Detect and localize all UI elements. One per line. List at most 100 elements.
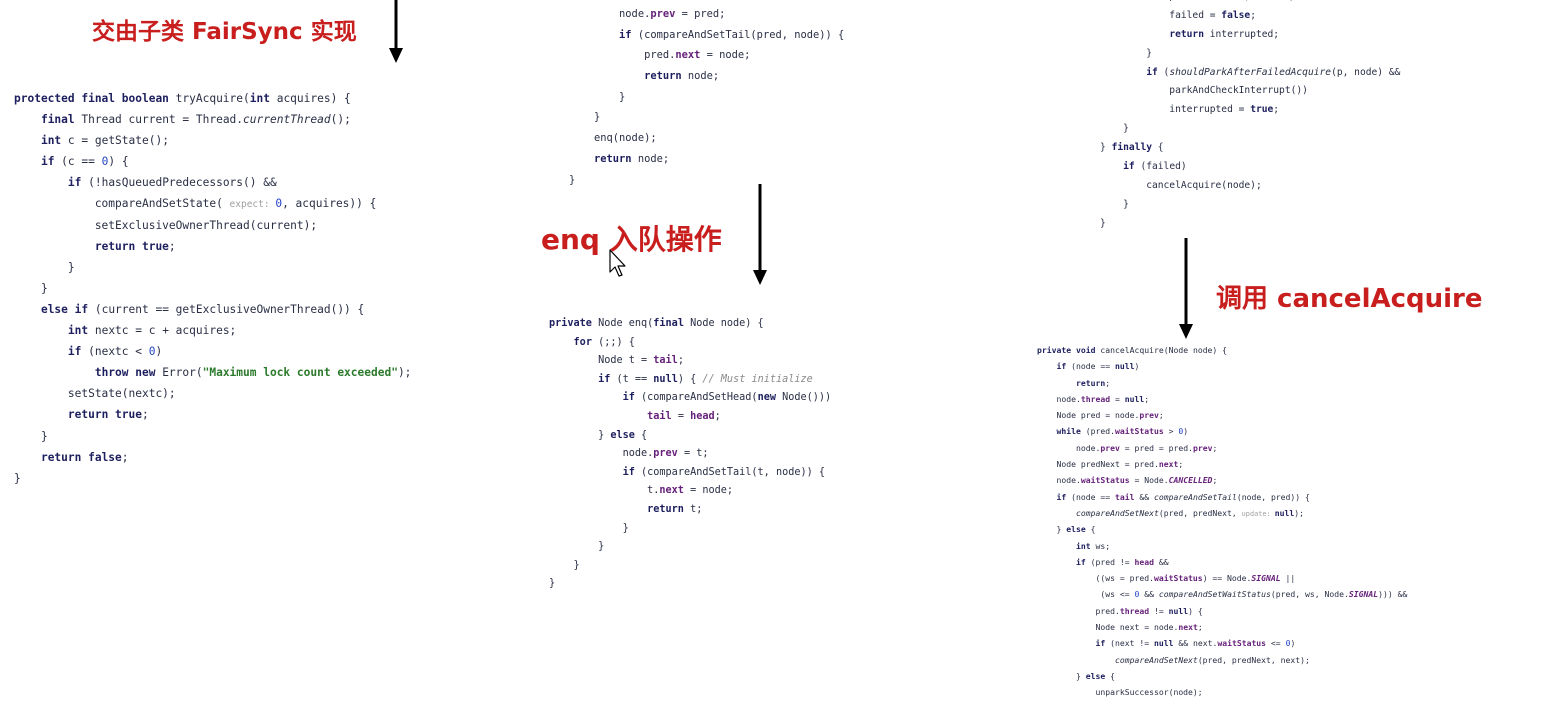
code-token: update: bbox=[1241, 509, 1275, 518]
code-token: next bbox=[1178, 622, 1198, 633]
code-token: else bbox=[1085, 670, 1111, 681]
code-line: if (compareAndSetHead(new Node())) bbox=[549, 389, 832, 408]
code-token: int bbox=[1075, 540, 1096, 551]
code-token: CANCELLED bbox=[1168, 475, 1213, 486]
code-token: } bbox=[549, 578, 556, 590]
code-line: enq(node); bbox=[569, 128, 844, 149]
code-token: compareAndSetWaitStatus bbox=[1158, 589, 1271, 600]
code-token: int bbox=[249, 92, 277, 105]
code-token: int bbox=[40, 134, 68, 148]
code-token: = t; bbox=[677, 448, 709, 460]
code-line: } bbox=[1100, 120, 1400, 139]
code-token: = Node. bbox=[1129, 475, 1169, 486]
code-line: cancelAcquire(node); bbox=[1100, 177, 1400, 196]
code-token: node; bbox=[637, 152, 670, 165]
code-token: (t == bbox=[616, 373, 654, 385]
code-token: Node predNext = pred. bbox=[1037, 459, 1159, 470]
code-token: final bbox=[653, 318, 691, 329]
code-token: next bbox=[675, 49, 701, 62]
code-line: interrupted = true; bbox=[1100, 101, 1400, 120]
code-token: return bbox=[594, 152, 638, 165]
code-token: (c == bbox=[61, 155, 102, 169]
code-token: if bbox=[1056, 491, 1072, 502]
code-token: } bbox=[1100, 123, 1129, 135]
code-line: while (pred.waitStatus > 0) bbox=[1037, 423, 1407, 439]
code-token: waitStatus bbox=[1153, 573, 1203, 584]
code-token: // help GC bbox=[1256, 0, 1314, 2]
code-line: private void cancelAcquire(Node node) { bbox=[1037, 342, 1407, 358]
code-line: ((ws = pred.waitStatus) == Node.SIGNAL |… bbox=[1037, 570, 1407, 586]
code-token: final bbox=[40, 113, 82, 127]
code-token: ; bbox=[714, 410, 721, 422]
code-token: Node next = node. bbox=[1037, 622, 1179, 633]
code-token: ) { bbox=[1188, 605, 1203, 616]
code-line: return; bbox=[1037, 375, 1407, 391]
code-token: SIGNAL bbox=[1251, 573, 1281, 584]
code-line: final Thread current = Thread.currentThr… bbox=[14, 109, 411, 130]
code-token: if bbox=[619, 28, 638, 41]
code-token: prev bbox=[1192, 442, 1213, 453]
code-token: } bbox=[1100, 47, 1152, 59]
code-line: throw new Error("Maximum lock count exce… bbox=[14, 362, 412, 383]
code-token: (next != bbox=[1110, 638, 1154, 649]
arrow-down-icon bbox=[389, 0, 403, 63]
code-line: } bbox=[549, 538, 831, 557]
code-token: nextc = c + acquires; bbox=[94, 324, 237, 338]
code-line: pred.thread != null) { bbox=[1037, 603, 1407, 619]
code-token: ); bbox=[1294, 507, 1305, 518]
code-line: } bbox=[569, 107, 844, 128]
code-token: ; bbox=[1105, 377, 1111, 388]
code-token: } bbox=[1100, 198, 1129, 210]
code-token: tryAcquire( bbox=[175, 92, 250, 105]
code-token: (compareAndSetTail(pred, node)) { bbox=[637, 28, 845, 41]
code-line: setState(nextc); bbox=[14, 383, 411, 404]
code-line: Node t = tail; bbox=[549, 352, 831, 371]
arrow-down-icon bbox=[1179, 238, 1193, 339]
code-token: || bbox=[1280, 573, 1296, 584]
code-token: && next. bbox=[1173, 638, 1218, 649]
code-line: if (failed) bbox=[1100, 158, 1400, 177]
code-token: (pred, predNext, bbox=[1158, 507, 1242, 518]
code-token: t. bbox=[549, 485, 660, 497]
code-enq: private Node enq(final Node node) { for … bbox=[549, 315, 831, 594]
code-line: return interrupted; bbox=[1100, 26, 1400, 45]
code-token: (;;) { bbox=[598, 336, 635, 348]
code-line: return t; bbox=[549, 501, 831, 520]
code-token: } bbox=[1037, 670, 1086, 681]
code-line: p.next = null; // help GC bbox=[1100, 0, 1400, 7]
code-token: { bbox=[1157, 142, 1164, 154]
code-token: prev bbox=[1139, 410, 1159, 421]
code-token: } bbox=[569, 173, 576, 186]
code-token: (pred. bbox=[1085, 426, 1115, 437]
code-line: node.prev = pred; bbox=[569, 4, 844, 25]
code-token: null bbox=[1124, 393, 1145, 404]
code-token: next bbox=[659, 485, 684, 497]
code-cancel-acquire: private void cancelAcquire(Node node) { … bbox=[1037, 342, 1407, 701]
code-token: { bbox=[1090, 524, 1096, 535]
code-line: (ws <= 0 && compareAndSetWaitStatus(pred… bbox=[1037, 586, 1407, 602]
code-token: cancelAcquire(node); bbox=[1100, 179, 1262, 191]
code-line: if (node == null) bbox=[1037, 358, 1407, 374]
code-token: Thread current = Thread. bbox=[81, 113, 244, 127]
code-line: setExclusiveOwnerThread(current); bbox=[14, 215, 411, 236]
code-token: null bbox=[1221, 0, 1244, 2]
code-token: compareAndSetTail bbox=[1153, 491, 1237, 502]
code-token: if bbox=[622, 466, 642, 478]
code-token: Node())) bbox=[782, 392, 832, 404]
code-token: return true bbox=[94, 239, 169, 253]
code-token: return true bbox=[67, 408, 142, 422]
code-token: expect: bbox=[229, 199, 276, 211]
code-token: if bbox=[1123, 161, 1141, 173]
code-line: } bbox=[1100, 215, 1400, 234]
code-line: } bbox=[14, 426, 411, 447]
code-line: compareAndSetNext(pred, predNext, update… bbox=[1037, 505, 1407, 521]
